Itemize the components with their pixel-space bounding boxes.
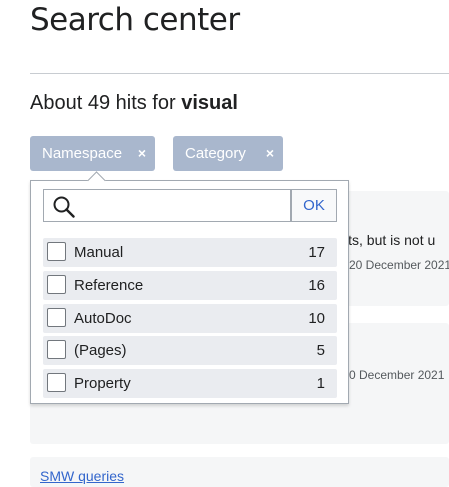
result-date: 20 December 2021 bbox=[349, 258, 449, 272]
namespace-filter-button[interactable]: Namespace × bbox=[30, 136, 155, 171]
facet-item-pages[interactable]: (Pages) 5 bbox=[43, 336, 337, 365]
search-query-term: visual bbox=[181, 92, 238, 114]
facet-count: 10 bbox=[308, 310, 325, 327]
dropdown-caret bbox=[87, 171, 106, 190]
facet-checkbox[interactable] bbox=[47, 275, 66, 294]
title-divider bbox=[30, 73, 449, 74]
facet-label: Reference bbox=[74, 277, 144, 294]
search-icon bbox=[53, 196, 75, 223]
facet-count: 5 bbox=[316, 342, 325, 359]
result-title-link[interactable]: SMW queries bbox=[40, 468, 124, 484]
facet-checkbox[interactable] bbox=[47, 373, 66, 392]
category-remove-icon[interactable]: × bbox=[266, 145, 274, 161]
facet-checkbox[interactable] bbox=[47, 242, 66, 261]
facet-count: 17 bbox=[308, 244, 325, 261]
category-filter-label: Category bbox=[185, 145, 246, 162]
page-title: Search center bbox=[30, 2, 240, 38]
facet-item-property[interactable]: Property 1 bbox=[43, 369, 337, 398]
facet-checkbox[interactable] bbox=[47, 340, 66, 359]
ok-button[interactable]: OK bbox=[291, 189, 337, 222]
facet-item-manual[interactable]: Manual 17 bbox=[43, 238, 337, 267]
category-filter-button[interactable]: Category × bbox=[173, 136, 283, 171]
facet-label: AutoDoc bbox=[74, 310, 132, 327]
facet-label: Property bbox=[74, 375, 131, 392]
hits-summary-prefix: About 49 hits for bbox=[30, 92, 182, 114]
facet-count: 16 bbox=[308, 277, 325, 294]
search-result-card: SMW queries bbox=[30, 457, 449, 487]
facet-checkbox[interactable] bbox=[47, 308, 66, 327]
namespace-remove-icon[interactable]: × bbox=[138, 145, 146, 161]
namespace-filter-label: Namespace bbox=[42, 145, 123, 162]
facet-label: Manual bbox=[74, 244, 124, 261]
namespace-facet-dropdown: OK Manual 17 Reference 16 AutoDoc 10 (Pa… bbox=[30, 171, 349, 404]
facet-item-reference[interactable]: Reference 16 bbox=[43, 271, 337, 300]
facet-item-autodoc[interactable]: AutoDoc 10 bbox=[43, 304, 337, 333]
hits-summary: About 49 hits for visual bbox=[30, 92, 238, 115]
facet-search-box bbox=[43, 189, 291, 222]
result-snippet: ists, but is not u bbox=[338, 232, 436, 248]
facet-search-input[interactable] bbox=[84, 194, 288, 219]
facet-count: 1 bbox=[316, 375, 325, 392]
result-date: 0 December 2021 bbox=[349, 368, 445, 382]
facet-label: (Pages) bbox=[74, 342, 127, 359]
